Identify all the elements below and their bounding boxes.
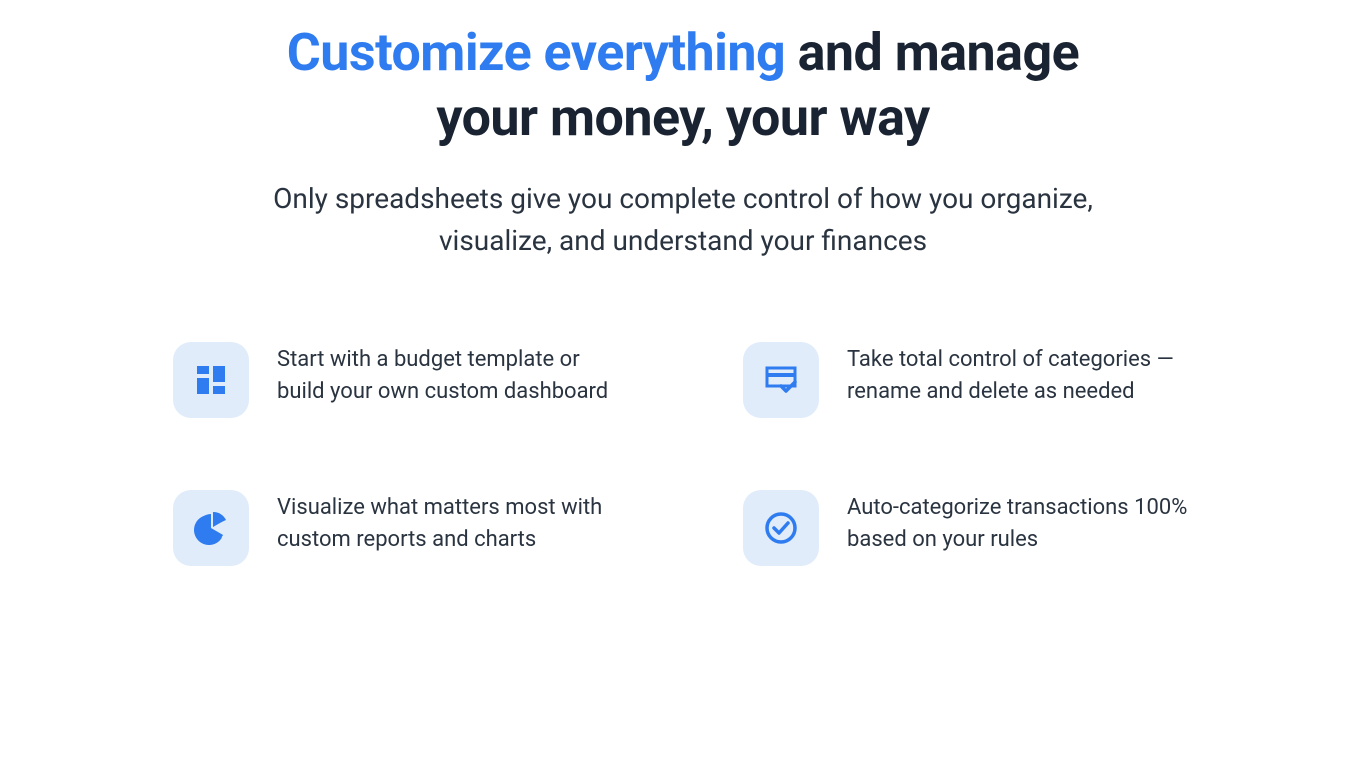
- dashboard-icon: [173, 342, 249, 418]
- feature-item-visualize: Visualize what matters most with custom …: [173, 490, 623, 566]
- page-heading: Customize everything and manage your mon…: [233, 20, 1133, 150]
- feature-text: Visualize what matters most with custom …: [277, 490, 623, 556]
- page-subheading: Only spreadsheets give you complete cont…: [233, 178, 1133, 262]
- feature-item-autocategorize: Auto-categorize transactions 100% based …: [743, 490, 1193, 566]
- heading-highlight: Customize everything: [287, 22, 785, 83]
- feature-text: Auto-categorize transactions 100% based …: [847, 490, 1193, 556]
- feature-text: Start with a budget template or build yo…: [277, 342, 623, 408]
- features-grid: Start with a budget template or build yo…: [173, 342, 1193, 566]
- feature-item-categories: Take total control of categories — renam…: [743, 342, 1193, 418]
- card-check-icon: [743, 342, 819, 418]
- check-circle-icon: [743, 490, 819, 566]
- feature-item-template: Start with a budget template or build yo…: [173, 342, 623, 418]
- pie-chart-icon: [173, 490, 249, 566]
- feature-text: Take total control of categories — renam…: [847, 342, 1193, 408]
